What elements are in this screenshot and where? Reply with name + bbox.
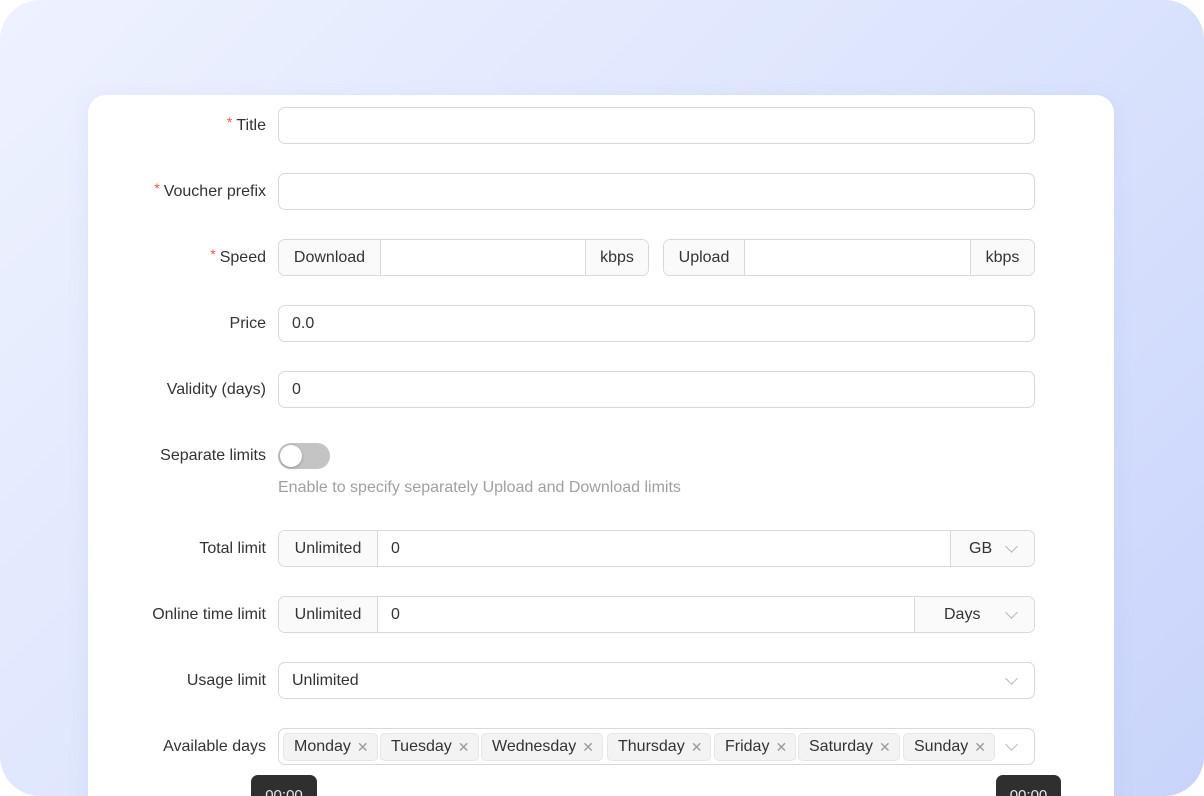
speed-label: * Speed xyxy=(210,245,266,266)
validity-label: Validity (days) xyxy=(166,380,266,398)
close-icon[interactable]: ✕ xyxy=(582,739,594,756)
total-limit-input[interactable]: 0 xyxy=(378,531,952,566)
download-speed-input[interactable] xyxy=(381,240,586,275)
online-time-limit-label: Online time limit xyxy=(152,605,266,623)
day-tag-friday: Friday ✕ xyxy=(714,733,797,761)
chevron-down-icon xyxy=(1005,738,1018,751)
price-input[interactable]: 0.0 xyxy=(278,305,1035,342)
separate-limits-switch[interactable] xyxy=(278,443,330,469)
download-addon: Download xyxy=(279,240,381,275)
upload-addon: Upload xyxy=(664,240,745,275)
upload-speed-input[interactable] xyxy=(745,240,971,275)
day-tag-monday: Monday ✕ xyxy=(283,733,378,761)
separate-limits-row: Separate limits xyxy=(88,443,1114,469)
available-days-label: Available days xyxy=(163,737,266,755)
total-limit-mode[interactable]: Unlimited xyxy=(279,531,378,566)
total-limit-row: Total limit Unlimited 0 GB xyxy=(88,530,1114,567)
download-unit-addon: kbps xyxy=(585,240,648,275)
time-end-tooltip: 00:00 xyxy=(996,775,1061,796)
online-time-limit-row: Online time limit Unlimited 0 Days xyxy=(88,596,1114,633)
time-start-tooltip: 00:00 xyxy=(251,775,317,796)
total-limit-group: Unlimited 0 GB xyxy=(278,530,1035,567)
available-days-select[interactable]: Monday ✕ Tuesday ✕ Wednesday ✕ Thursday ✕ Fr… xyxy=(278,728,1035,765)
day-tag-saturday: Saturday ✕ xyxy=(798,733,900,761)
day-tag-tuesday: Tuesday ✕ xyxy=(380,733,479,761)
separate-limits-label: Separate limits xyxy=(160,447,266,464)
required-mark: * xyxy=(226,113,233,130)
required-mark: * xyxy=(154,179,160,196)
speed-row: * Speed Download kbps Upload kbps xyxy=(88,239,1114,276)
chevron-down-icon xyxy=(1005,672,1018,685)
download-speed-group: Download kbps xyxy=(278,239,649,276)
usage-limit-select[interactable]: Unlimited xyxy=(278,662,1035,699)
voucher-form: * Title * Voucher prefix * Speed Download k… xyxy=(88,95,1114,796)
online-time-limit-mode[interactable]: Unlimited xyxy=(279,597,378,632)
day-tag-thursday: Thursday ✕ xyxy=(607,733,712,761)
upload-speed-group: Upload kbps xyxy=(663,239,1035,276)
voucher-prefix-label: * Voucher prefix xyxy=(154,179,266,200)
total-limit-label: Total limit xyxy=(199,539,266,557)
title-input[interactable] xyxy=(278,107,1035,144)
page-background: * Title * Voucher prefix * Speed Download k… xyxy=(0,0,1204,796)
close-icon[interactable]: ✕ xyxy=(458,739,470,756)
online-time-limit-input[interactable]: 0 xyxy=(378,597,916,632)
upload-unit-addon: kbps xyxy=(970,240,1034,275)
voucher-prefix-input[interactable] xyxy=(278,173,1035,210)
required-mark: * xyxy=(210,245,216,262)
chevron-down-icon xyxy=(1005,606,1018,619)
close-icon[interactable]: ✕ xyxy=(357,739,369,756)
switch-knob xyxy=(280,445,302,467)
close-icon[interactable]: ✕ xyxy=(879,739,891,756)
separate-limits-help: Enable to specify separately Upload and … xyxy=(278,479,681,496)
usage-limit-row: Usage limit Unlimited xyxy=(88,662,1114,699)
title-row: * Title xyxy=(88,107,1114,144)
online-time-limit-unit-select[interactable]: Days xyxy=(914,597,1034,632)
close-icon[interactable]: ✕ xyxy=(691,739,703,756)
online-time-limit-group: Unlimited 0 Days xyxy=(278,596,1035,633)
total-limit-unit-select[interactable]: GB xyxy=(950,531,1034,566)
validity-row: Validity (days) 0 xyxy=(88,371,1114,408)
close-icon[interactable]: ✕ xyxy=(974,739,986,756)
chevron-down-icon xyxy=(1005,540,1018,553)
usage-limit-label: Usage limit xyxy=(186,671,266,689)
day-tag-wednesday: Wednesday ✕ xyxy=(481,733,603,761)
close-icon[interactable]: ✕ xyxy=(775,739,787,756)
price-row: Price 0.0 xyxy=(88,305,1114,342)
validity-input[interactable]: 0 xyxy=(278,371,1035,408)
available-days-row: Available days Monday ✕ Tuesday ✕ Wednesda… xyxy=(88,728,1114,765)
voucher-prefix-row: * Voucher prefix xyxy=(88,173,1114,210)
title-label: * Title xyxy=(226,113,266,134)
price-label: Price xyxy=(229,314,266,332)
day-tag-sunday: Sunday ✕ xyxy=(903,733,995,761)
